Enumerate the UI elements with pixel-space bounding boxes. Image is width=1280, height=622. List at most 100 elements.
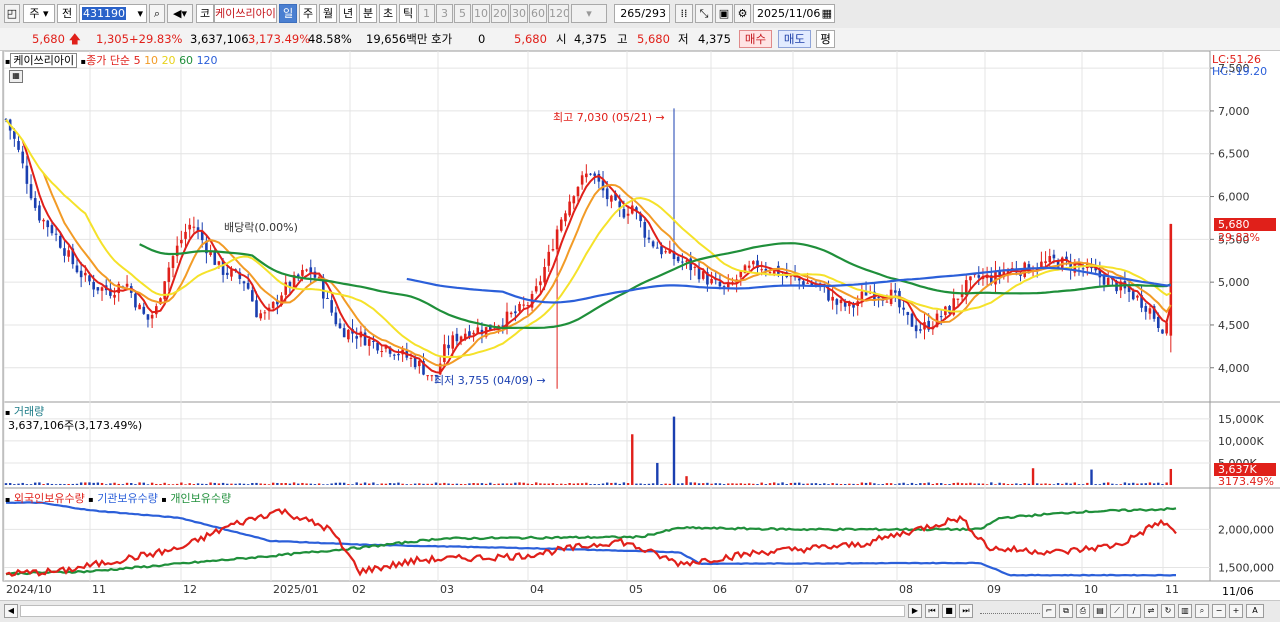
volume-bar — [413, 483, 417, 485]
candle-body — [1157, 316, 1160, 328]
volume-bar — [676, 483, 680, 485]
volume-bar — [267, 484, 271, 485]
candle-body — [877, 297, 880, 299]
chart-tool-icon[interactable]: ⌐ — [1042, 604, 1056, 618]
volume-bar — [322, 484, 325, 485]
period-tab-3[interactable]: 년 — [339, 4, 357, 23]
interval-tab-5[interactable]: 30 — [510, 4, 528, 23]
copy-icon[interactable]: ⧉ — [1059, 604, 1073, 618]
volume-bar — [79, 482, 83, 485]
tile-icon[interactable]: ▥ — [1178, 604, 1192, 618]
zoom-slider[interactable] — [980, 607, 1040, 614]
volume-bar — [238, 483, 241, 485]
period-tab-1[interactable]: 주 — [299, 4, 317, 23]
calculator-icon[interactable]: ▦ — [9, 70, 23, 83]
candle-body — [17, 140, 20, 150]
layout-icon[interactable]: ▤ — [1093, 604, 1107, 618]
grid-icon[interactable]: ⁞⁞ — [675, 4, 693, 23]
volume-bar — [8, 483, 12, 485]
low-price: 4,375 — [698, 32, 731, 46]
candle-body — [701, 271, 705, 279]
volume-bar — [251, 483, 254, 485]
period-tab-6[interactable]: 틱 — [399, 4, 417, 23]
scroll-track[interactable] — [20, 605, 905, 617]
volume-bar — [998, 482, 1001, 485]
print-icon[interactable]: ⎙ — [1076, 604, 1090, 618]
bar-count-field[interactable]: 265/293 — [614, 4, 670, 23]
magnify-icon[interactable]: ⌕ — [1195, 604, 1209, 618]
volume-bar — [960, 483, 964, 485]
save-icon[interactable]: ▣ — [715, 4, 733, 23]
volume-bar — [71, 483, 74, 485]
trend-icon[interactable]: ⟋ — [1110, 604, 1124, 618]
candle-body — [150, 314, 154, 319]
chart-canvas[interactable]: 7,5007,0006,5006,0005,5005,0004,5004,000… — [0, 51, 1280, 603]
line-icon[interactable]: ∕ — [1127, 604, 1141, 618]
cycle-icon[interactable]: ↻ — [1161, 604, 1175, 618]
zoom-in-icon[interactable]: + — [1229, 604, 1243, 618]
custom-interval-dropdown[interactable]: ▾ — [571, 4, 607, 23]
sell-button[interactable]: 매도 — [778, 30, 811, 48]
interval-tab-7[interactable]: 120 — [548, 4, 569, 23]
volume-bar — [835, 483, 839, 485]
candle-body — [46, 220, 50, 228]
volume-bar — [852, 483, 855, 485]
interval-tab-6[interactable]: 60 — [529, 4, 547, 23]
eval-button[interactable]: 평 — [816, 30, 835, 48]
price-tick-label: 5,000 — [1218, 276, 1250, 289]
volume-bar — [1119, 484, 1122, 485]
period-tab-5[interactable]: 초 — [379, 4, 397, 23]
date-picker[interactable]: 2025/11/06 ▦ — [753, 4, 835, 23]
volume-bar — [526, 483, 530, 485]
volume-bar — [405, 484, 408, 485]
volume-bar — [785, 484, 788, 485]
rewind-icon[interactable]: ⏮ — [925, 604, 939, 618]
volume-bar — [697, 483, 701, 485]
chart-area[interactable]: 7,500 7,000 6,500 6,000 5,500 5,000 4,500 4,000… — [0, 51, 1280, 603]
compare-icon[interactable]: ⇌ — [1144, 604, 1158, 618]
speaker-icon[interactable]: ◀▾ — [167, 4, 193, 23]
interval-tab-4[interactable]: 20 — [491, 4, 509, 23]
buy-button[interactable]: 매수 — [739, 30, 772, 48]
volume-bar — [689, 482, 692, 485]
volume-bar — [480, 483, 484, 485]
prev-button[interactable]: 전 — [57, 4, 77, 23]
interval-tab-3[interactable]: 10 — [472, 4, 490, 23]
volume-bar — [610, 482, 613, 485]
volume-bar — [1048, 483, 1051, 485]
period-tab-0[interactable]: 일 — [279, 4, 297, 23]
volume-bar — [752, 483, 755, 485]
gear-icon[interactable]: ⚙ — [734, 4, 751, 23]
volume-bar — [246, 484, 250, 485]
window-icon[interactable]: ◰ — [4, 4, 20, 23]
interval-tab-2[interactable]: 5 — [454, 4, 471, 23]
volume-bar — [848, 483, 851, 485]
text-tool-icon[interactable]: A — [1246, 604, 1264, 618]
interval-tab-1[interactable]: 3 — [436, 4, 453, 23]
volume-bar — [856, 484, 859, 485]
candle-body — [589, 173, 592, 175]
period-tab-4[interactable]: 분 — [359, 4, 377, 23]
search-icon[interactable]: ⌕ — [149, 4, 165, 23]
period-tab-2[interactable]: 월 — [319, 4, 337, 23]
zoom-out-icon[interactable]: − — [1212, 604, 1226, 618]
holding-panel-legend: ▪ 외국인보유수량 ▪ 기관보유수량 ▪ 개인보유수량 — [5, 492, 232, 505]
fast-forward-icon[interactable]: ⏭ — [959, 604, 973, 618]
chart-scrollbar[interactable]: ◀ ▶ ⏮ ■ ⏭ ⌐ ⧉ ⎙ ▤ ⟋ ∕ ⇌ ↻ ▥ ⌕ − + A — [0, 600, 1280, 622]
scroll-right-icon[interactable]: ▶ — [908, 604, 922, 618]
candle-body — [568, 201, 571, 216]
stock-code-input[interactable]: 431190 ▾ — [79, 4, 147, 23]
period-type-dropdown[interactable]: 주 ▾ — [23, 4, 55, 23]
interval-tab-0[interactable]: 1 — [418, 4, 435, 23]
draw-icon[interactable]: ⤡ — [695, 4, 713, 23]
candle-body — [752, 261, 755, 265]
stop-icon[interactable]: ■ — [942, 604, 956, 618]
scroll-left-icon[interactable]: ◀ — [4, 604, 18, 618]
volume-bar — [313, 484, 317, 485]
candle-body — [518, 303, 521, 312]
candle-body — [885, 301, 889, 303]
volume-bar — [493, 484, 496, 485]
candle-body — [142, 306, 146, 314]
volume-bar — [693, 482, 697, 485]
volume-bar — [1148, 482, 1152, 485]
